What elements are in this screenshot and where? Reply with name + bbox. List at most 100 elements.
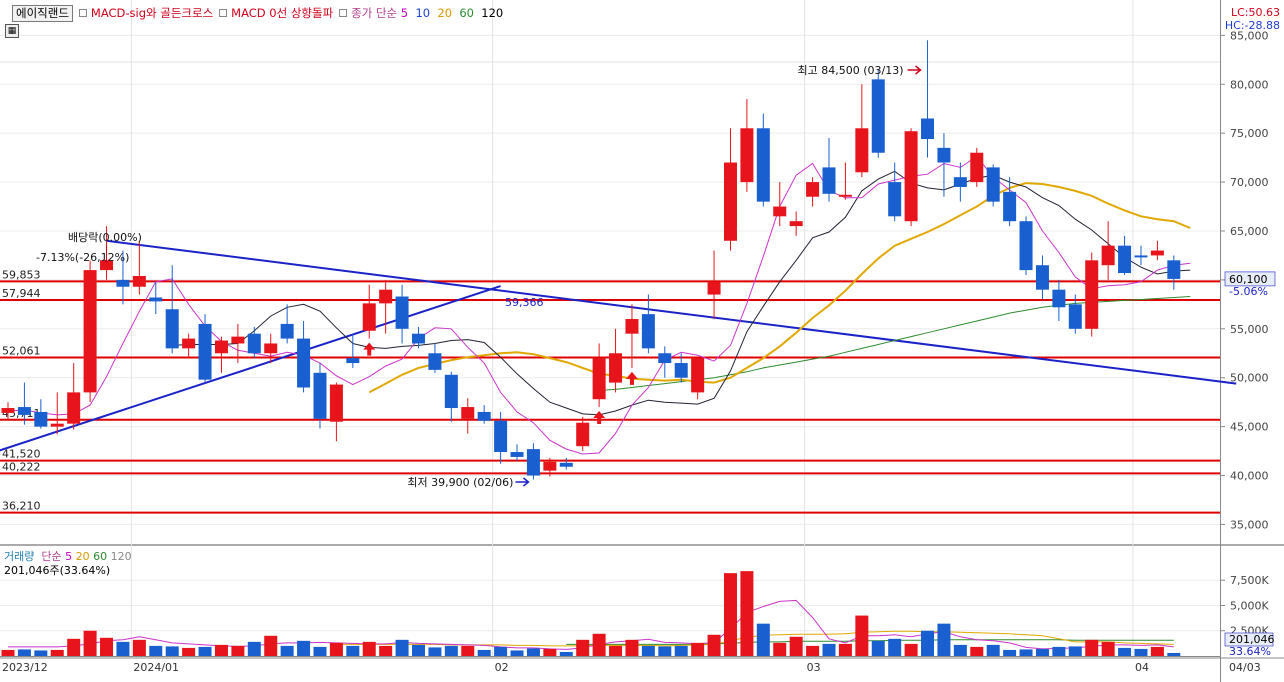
- candle[interactable]: [953, 177, 967, 187]
- candle[interactable]: [1134, 255, 1148, 258]
- candle[interactable]: [986, 167, 1000, 202]
- candle[interactable]: [182, 338, 196, 349]
- volume-bar[interactable]: [1068, 646, 1082, 656]
- candle[interactable]: [592, 358, 606, 400]
- candle[interactable]: [937, 147, 951, 163]
- candle[interactable]: [494, 420, 508, 453]
- candle[interactable]: [838, 194, 852, 197]
- candle[interactable]: [247, 333, 261, 354]
- volume-bar[interactable]: [362, 641, 376, 656]
- candle[interactable]: [740, 128, 754, 183]
- volume-bar[interactable]: [921, 630, 935, 656]
- volume-bar[interactable]: [264, 635, 278, 656]
- volume-bar[interactable]: [132, 639, 146, 656]
- volume-bar[interactable]: [543, 648, 557, 656]
- volume-bar[interactable]: [17, 649, 31, 656]
- volume-bar[interactable]: [1019, 649, 1033, 656]
- candle[interactable]: [674, 363, 688, 378]
- candle[interactable]: [231, 336, 245, 344]
- volume-bar[interactable]: [789, 636, 803, 656]
- candle[interactable]: [773, 206, 787, 217]
- volume-bar[interactable]: [67, 638, 81, 656]
- candle[interactable]: [17, 407, 31, 415]
- candle[interactable]: [329, 384, 343, 422]
- candle[interactable]: [855, 128, 869, 173]
- volume-bar[interactable]: [346, 645, 360, 656]
- volume-bar[interactable]: [1167, 652, 1181, 656]
- volume-bar[interactable]: [888, 638, 902, 656]
- volume-bar[interactable]: [904, 643, 918, 656]
- candle[interactable]: [132, 275, 146, 287]
- indicator-checkbox-icon[interactable]: [339, 9, 348, 17]
- volume-bar[interactable]: [937, 623, 951, 656]
- volume-bar[interactable]: [986, 644, 1000, 656]
- volume-bar[interactable]: [576, 639, 590, 656]
- candle[interactable]: [1085, 260, 1099, 329]
- volume-bar[interactable]: [165, 646, 179, 656]
- volume-bar[interactable]: [214, 644, 228, 656]
- volume-bar[interactable]: [707, 634, 721, 656]
- candle[interactable]: [1003, 191, 1017, 222]
- candle[interactable]: [888, 182, 902, 217]
- indicator-checkbox-icon[interactable]: [219, 9, 228, 17]
- volume-bar[interactable]: [477, 649, 491, 656]
- volume-bar[interactable]: [149, 645, 163, 656]
- volume-bar[interactable]: [116, 641, 130, 656]
- volume-bar[interactable]: [1118, 647, 1132, 656]
- volume-bar[interactable]: [1035, 648, 1049, 656]
- volume-bar[interactable]: [691, 642, 705, 656]
- volume-bar[interactable]: [625, 639, 639, 656]
- volume-bar[interactable]: [1, 649, 15, 656]
- volume-bar[interactable]: [412, 644, 425, 656]
- candle[interactable]: [1118, 245, 1132, 274]
- volume-bar[interactable]: [953, 644, 967, 656]
- candle[interactable]: [461, 407, 475, 419]
- candle[interactable]: [116, 279, 130, 287]
- volume-bar[interactable]: [641, 645, 655, 656]
- candle[interactable]: [149, 297, 163, 302]
- volume-bar[interactable]: [313, 646, 327, 656]
- indicator-macd-zero[interactable]: MACD 0선 상향돌파: [231, 5, 333, 21]
- candle[interactable]: [444, 374, 458, 409]
- volume-bar[interactable]: [280, 645, 294, 656]
- candle[interactable]: [67, 392, 81, 424]
- candle[interactable]: [379, 289, 393, 304]
- candle[interactable]: [313, 372, 327, 419]
- candle[interactable]: [34, 411, 48, 427]
- volume-bar[interactable]: [970, 646, 984, 656]
- volume-bar[interactable]: [50, 649, 64, 656]
- candle[interactable]: [428, 353, 442, 370]
- candle[interactable]: [625, 319, 639, 334]
- volume-bar[interactable]: [526, 648, 540, 656]
- candle[interactable]: [658, 353, 672, 364]
- candle[interactable]: [543, 461, 557, 471]
- candle[interactable]: [1101, 245, 1115, 266]
- candle[interactable]: [526, 449, 540, 476]
- volume-bar[interactable]: [100, 637, 114, 656]
- indicator-checkbox-icon[interactable]: [78, 9, 87, 17]
- candle[interactable]: [822, 167, 836, 194]
- volume-bar[interactable]: [871, 640, 885, 656]
- calculator-icon[interactable]: ▦: [5, 24, 19, 38]
- ma-label[interactable]: 종가 단순: [351, 5, 397, 21]
- volume-bar[interactable]: [1003, 649, 1017, 656]
- candle[interactable]: [1035, 265, 1049, 290]
- candle[interactable]: [970, 152, 984, 183]
- volume-bar[interactable]: [674, 645, 688, 656]
- volume-bar[interactable]: [723, 573, 737, 656]
- volume-bar[interactable]: [198, 646, 212, 656]
- candle[interactable]: [264, 343, 278, 354]
- volume-bar[interactable]: [592, 633, 606, 656]
- candle[interactable]: [921, 118, 935, 140]
- volume-bar[interactable]: [855, 615, 869, 656]
- candle[interactable]: [871, 79, 885, 153]
- candle[interactable]: [280, 323, 294, 339]
- candle[interactable]: [214, 340, 228, 354]
- volume-bar[interactable]: [428, 647, 442, 656]
- volume-bar[interactable]: [609, 645, 623, 656]
- candle[interactable]: [412, 333, 425, 344]
- volume-bar[interactable]: [658, 646, 672, 656]
- candle[interactable]: [198, 323, 212, 380]
- volume-bar[interactable]: [379, 645, 393, 656]
- volume-bar[interactable]: [297, 640, 311, 656]
